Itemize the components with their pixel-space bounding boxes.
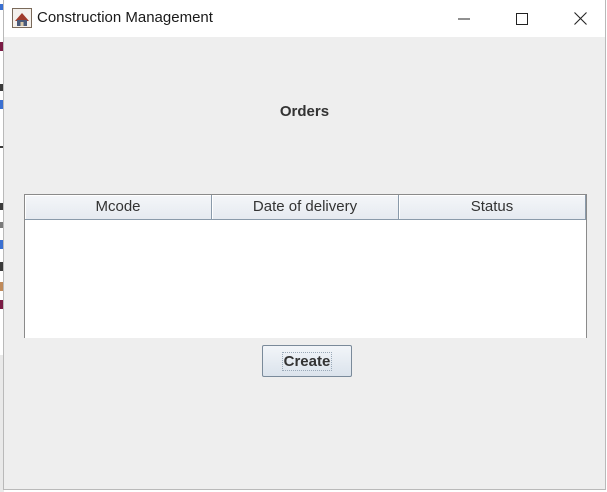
- window-title: Construction Management: [37, 9, 213, 26]
- maximize-button[interactable]: [493, 0, 551, 37]
- app-window: Construction Management Orders Mcode Dat…: [3, 0, 606, 490]
- column-header-mcode[interactable]: Mcode: [25, 195, 212, 219]
- minimize-button[interactable]: [435, 0, 493, 37]
- title-bar[interactable]: Construction Management: [4, 0, 605, 37]
- orders-table[interactable]: Mcode Date of delivery Status: [24, 194, 587, 338]
- column-header-status[interactable]: Status: [399, 195, 586, 219]
- table-header: Mcode Date of delivery Status: [25, 195, 586, 220]
- close-icon: [573, 12, 587, 25]
- close-button[interactable]: [551, 0, 607, 37]
- column-header-date-of-delivery[interactable]: Date of delivery: [212, 195, 399, 219]
- page-title: Orders: [279, 103, 330, 120]
- maximize-icon: [516, 12, 528, 25]
- create-button-label: Create: [281, 351, 333, 371]
- create-button[interactable]: Create: [262, 345, 352, 377]
- minimize-icon: [458, 18, 470, 19]
- app-icon: [12, 8, 32, 28]
